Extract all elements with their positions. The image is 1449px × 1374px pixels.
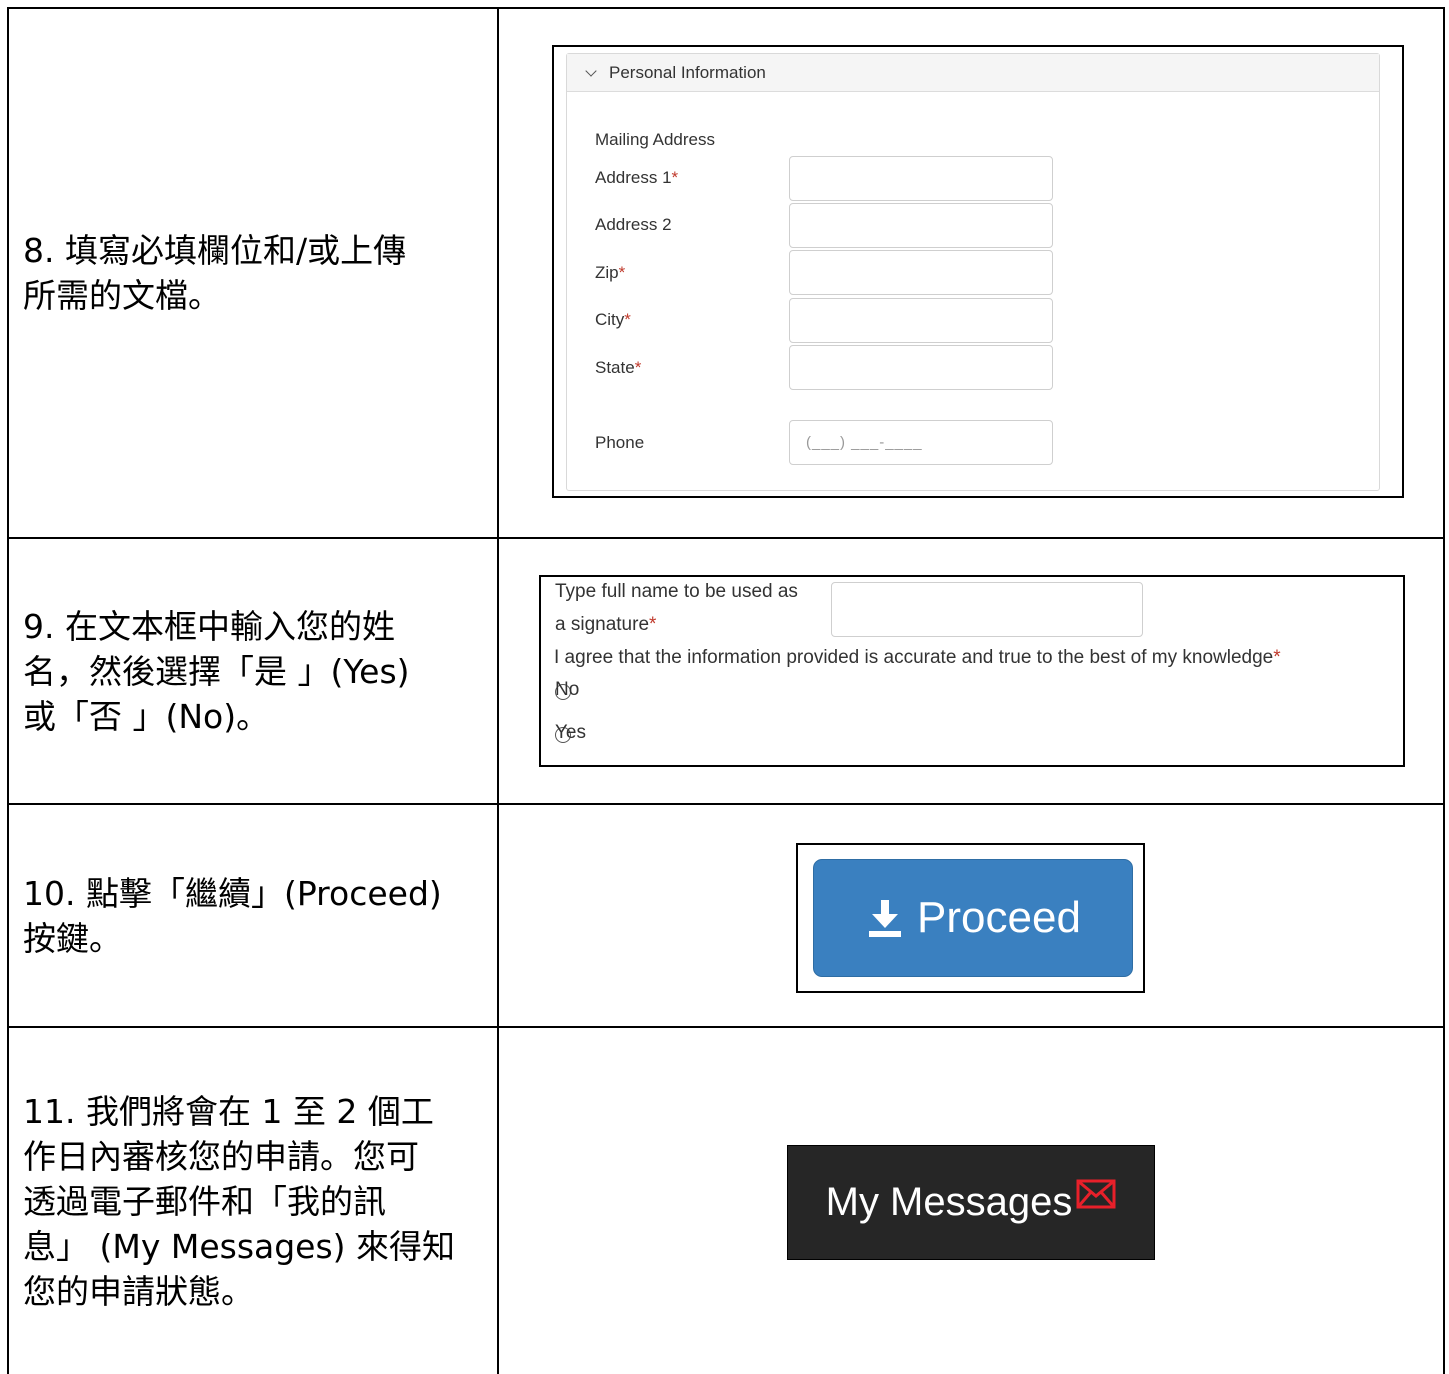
step-11-text: 11. 我們將會在 1 至 2 個工 作日內審核您的申請。您可 透過電子郵件和「… — [23, 1091, 456, 1311]
agree-statement: I agree that the information provided is… — [554, 647, 1281, 668]
address1-label: Address 1* — [595, 168, 679, 187]
zip-label: Zip* — [595, 263, 626, 282]
radio-no-label[interactable]: No — [555, 679, 579, 701]
my-messages-label: My Messages — [825, 1180, 1073, 1224]
state-input[interactable] — [789, 345, 1053, 390]
mailing-address-label: Mailing Address — [595, 130, 716, 149]
download-icon — [869, 900, 902, 937]
step-10-screenshot-cell: Proceed — [497, 803, 1445, 1028]
envelope-icon — [1076, 1179, 1116, 1208]
personal-info-screenshot: Personal Information Mailing Address Add… — [552, 45, 1404, 498]
phone-input[interactable]: (___) ___-____ — [789, 420, 1053, 465]
address2-input[interactable] — [789, 203, 1053, 248]
my-messages-button[interactable]: My Messages — [787, 1145, 1155, 1260]
step-9-text-cell: 9. 在文本框中輸入您的姓 名，然後選擇「是 」(Yes) 或「否 」(No)。 — [7, 537, 499, 805]
proceed-button[interactable]: Proceed — [813, 859, 1133, 977]
step-11-screenshot-cell: My Messages — [497, 1026, 1445, 1374]
step-row-9: 9. 在文本框中輸入您的姓 名，然後選擇「是 」(Yes) 或「否 」(No)。… — [7, 537, 1445, 805]
proceed-screenshot: Proceed — [796, 843, 1145, 993]
signature-screenshot: Type full name to be used as a signature… — [539, 575, 1405, 767]
panel-title: Personal Information — [609, 62, 766, 82]
signature-input[interactable] — [831, 582, 1143, 637]
address1-input[interactable] — [789, 156, 1053, 201]
step-8-screenshot-cell: Personal Information Mailing Address Add… — [497, 7, 1445, 539]
step-row-11: 11. 我們將會在 1 至 2 個工 作日內審核您的申請。您可 透過電子郵件和「… — [7, 1026, 1445, 1374]
step-9-text: 9. 在文本框中輸入您的姓 名，然後選擇「是 」(Yes) 或「否 」(No)。 — [23, 606, 410, 736]
step-8-text: 8. 填寫必填欄位和/或上傳 所需的文檔。 — [23, 231, 407, 315]
step-8-text-cell: 8. 填寫必填欄位和/或上傳 所需的文檔。 — [7, 7, 499, 539]
step-9-screenshot-cell: Type full name to be used as a signature… — [497, 537, 1445, 805]
city-input[interactable] — [789, 298, 1053, 343]
proceed-label: Proceed — [917, 893, 1081, 942]
step-11-text-cell: 11. 我們將會在 1 至 2 個工 作日內審核您的申請。您可 透過電子郵件和「… — [7, 1026, 499, 1374]
step-10-text-cell: 10. 點擊「繼續」(Proceed) 按鍵。 — [7, 803, 499, 1028]
step-row-8: 8. 填寫必填欄位和/或上傳 所需的文檔。 Personal Informati… — [7, 7, 1445, 539]
address2-label: Address 2 — [595, 215, 672, 234]
phone-label: Phone — [595, 433, 645, 452]
step-10-text: 10. 點擊「繼續」(Proceed) 按鍵。 — [23, 873, 442, 958]
radio-yes-label[interactable]: Yes — [555, 722, 586, 744]
step-row-10: 10. 點擊「繼續」(Proceed) 按鍵。 Proceed — [7, 803, 1445, 1028]
signature-label-line1: Type full name to be used as — [555, 581, 798, 602]
signature-label-line2: a signature* — [555, 614, 657, 635]
chevron-down-icon[interactable] — [585, 64, 597, 77]
personal-info-panel: Personal Information Mailing Address Add… — [566, 53, 1380, 491]
state-label: State* — [595, 358, 642, 377]
instruction-table: 8. 填寫必填欄位和/或上傳 所需的文檔。 Personal Informati… — [7, 7, 1445, 1374]
city-label: City* — [595, 310, 631, 329]
zip-input[interactable] — [789, 250, 1053, 295]
personal-info-header[interactable]: Personal Information — [567, 54, 1379, 92]
